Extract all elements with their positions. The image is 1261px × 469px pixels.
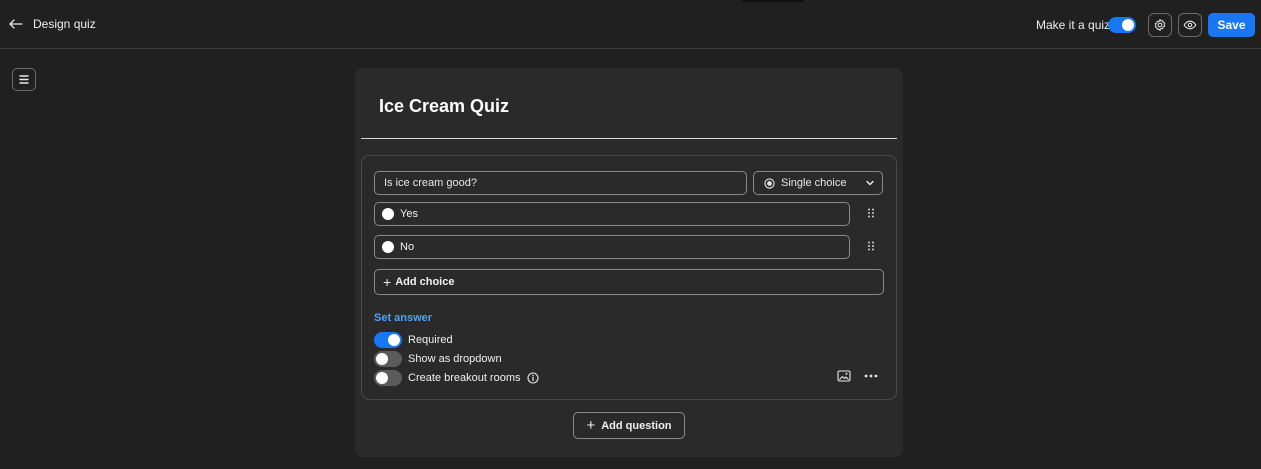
set-answer-link[interactable]: Set answer bbox=[374, 312, 432, 324]
radio-button-icon bbox=[764, 177, 775, 189]
question-type-select[interactable]: Single choice bbox=[753, 171, 883, 195]
quiz-card: Ice Cream Quiz Is ice cream good? Single… bbox=[355, 68, 903, 457]
choice-label: Yes bbox=[400, 208, 418, 220]
question-card: Is ice cream good? Single choice Yes No … bbox=[361, 155, 897, 400]
breakout-rooms-toggle[interactable] bbox=[374, 370, 402, 386]
show-dropdown-toggle[interactable] bbox=[374, 351, 402, 367]
drag-handle-icon bbox=[868, 208, 874, 218]
required-option: Required bbox=[374, 332, 453, 348]
drag-handle[interactable] bbox=[864, 239, 878, 253]
title-underline bbox=[361, 138, 897, 139]
required-toggle[interactable] bbox=[374, 332, 402, 348]
show-dropdown-option: Show as dropdown bbox=[374, 351, 502, 367]
make-quiz-toggle[interactable] bbox=[1108, 17, 1136, 33]
add-choice-button[interactable]: + Add choice bbox=[374, 269, 884, 295]
back-arrow-icon bbox=[9, 19, 23, 29]
add-question-button[interactable]: + Add question bbox=[573, 412, 685, 439]
add-image-button[interactable] bbox=[836, 368, 852, 384]
breakout-rooms-option: Create breakout rooms bbox=[374, 370, 539, 386]
info-icon[interactable] bbox=[526, 372, 539, 384]
add-choice-label: Add choice bbox=[395, 276, 455, 288]
required-label: Required bbox=[408, 334, 453, 346]
drag-handle[interactable] bbox=[864, 206, 878, 220]
eye-icon bbox=[1183, 20, 1197, 30]
hamburger-icon bbox=[19, 75, 29, 84]
quiz-title[interactable]: Ice Cream Quiz bbox=[379, 96, 509, 117]
toggle-knob bbox=[1122, 19, 1134, 31]
top-notch bbox=[742, 0, 804, 2]
choice-item[interactable]: Yes bbox=[374, 202, 850, 226]
breakout-rooms-label: Create breakout rooms bbox=[408, 372, 521, 384]
choice-radio-icon bbox=[382, 241, 394, 253]
more-options-button[interactable] bbox=[862, 368, 880, 384]
more-horizontal-icon bbox=[864, 374, 878, 378]
toggle-knob bbox=[376, 372, 388, 384]
toggle-knob bbox=[388, 334, 400, 346]
menu-button[interactable] bbox=[12, 68, 36, 91]
plus-icon: + bbox=[586, 417, 596, 434]
choice-label: No bbox=[400, 241, 415, 253]
choice-radio-icon bbox=[382, 208, 394, 220]
page-title: Design quiz bbox=[33, 17, 96, 31]
add-question-label: Add question bbox=[601, 419, 672, 432]
save-button[interactable]: Save bbox=[1208, 13, 1255, 37]
top-bar: Design quiz Make it a quiz Save bbox=[0, 0, 1261, 49]
question-type-label: Single choice bbox=[781, 177, 847, 189]
choice-item[interactable]: No bbox=[374, 235, 850, 259]
toggle-knob bbox=[376, 353, 388, 365]
show-dropdown-label: Show as dropdown bbox=[408, 353, 502, 365]
drag-handle-icon bbox=[868, 241, 874, 251]
preview-button[interactable] bbox=[1178, 13, 1202, 37]
plus-icon: + bbox=[383, 274, 392, 290]
question-text-input[interactable]: Is ice cream good? bbox=[374, 171, 747, 195]
gear-icon bbox=[1154, 18, 1166, 32]
chevron-down-icon bbox=[866, 180, 874, 186]
image-icon bbox=[837, 370, 851, 382]
back-button[interactable] bbox=[6, 14, 26, 34]
settings-button[interactable] bbox=[1148, 13, 1172, 37]
make-quiz-label: Make it a quiz bbox=[1036, 18, 1111, 32]
